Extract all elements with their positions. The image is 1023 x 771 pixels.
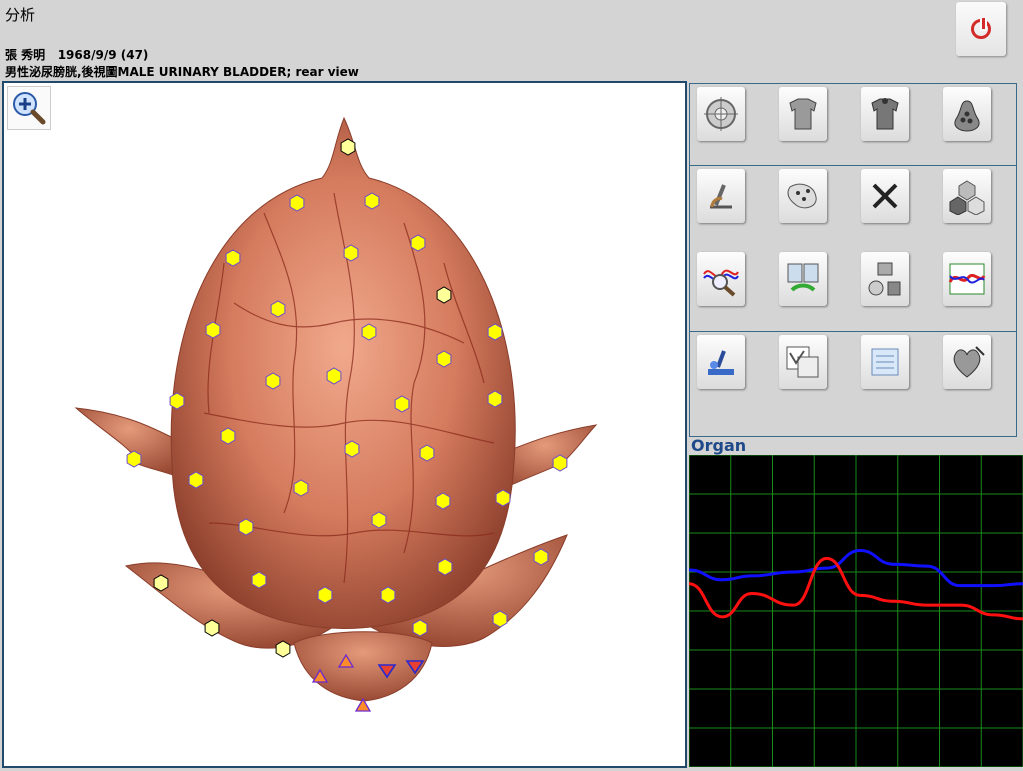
organ-viewer[interactable] xyxy=(2,81,687,768)
measurement-point[interactable] xyxy=(204,619,220,637)
measurement-point[interactable] xyxy=(419,444,435,462)
measurement-point[interactable] xyxy=(343,244,359,262)
measurement-point[interactable] xyxy=(380,586,396,604)
page-title: 分析 xyxy=(5,6,36,24)
measurement-point[interactable] xyxy=(317,586,333,604)
close-button[interactable] xyxy=(861,169,909,223)
organs-button[interactable] xyxy=(861,252,909,306)
compare-button[interactable] xyxy=(779,252,827,306)
heart-icon xyxy=(953,346,985,378)
panel-divider xyxy=(690,331,1016,332)
measurement-point[interactable] xyxy=(495,489,511,507)
organs-icon xyxy=(868,262,901,296)
measurement-point[interactable] xyxy=(275,640,291,658)
picture-icon xyxy=(786,346,819,378)
patient-info: 張 秀明 1968/9/9 (47) xyxy=(5,48,149,62)
view-title: 男性泌尿膀胱,後視圖MALE URINARY BLADDER; rear vie… xyxy=(5,65,359,79)
shirt-dark-icon xyxy=(871,98,899,130)
shirt-button[interactable] xyxy=(779,87,827,141)
measurement-point[interactable] xyxy=(533,548,549,566)
measurement-point[interactable] xyxy=(552,454,568,472)
measurement-point[interactable] xyxy=(326,367,342,385)
wave-chart-button[interactable] xyxy=(943,252,991,306)
measurement-point[interactable] xyxy=(289,194,305,212)
measurement-point[interactable] xyxy=(487,390,503,408)
wave-search-button[interactable] xyxy=(697,252,745,306)
picture-button[interactable] xyxy=(779,335,827,389)
power-icon xyxy=(971,18,991,39)
shirt-dark-button[interactable] xyxy=(861,87,909,141)
pear-icon xyxy=(954,100,980,132)
lab-button[interactable] xyxy=(697,335,745,389)
compare-icon xyxy=(787,263,819,292)
measurement-point[interactable] xyxy=(188,471,204,489)
measurement-point[interactable] xyxy=(340,138,356,156)
measurement-point[interactable] xyxy=(435,492,451,510)
measurement-point[interactable] xyxy=(238,518,254,536)
wave-chart-icon xyxy=(948,263,986,295)
tissue-button[interactable] xyxy=(779,169,827,223)
measurement-point[interactable] xyxy=(265,372,281,390)
measurement-point[interactable] xyxy=(251,571,267,589)
measurement-point[interactable] xyxy=(436,350,452,368)
measurement-point[interactable] xyxy=(293,479,309,497)
measurement-point[interactable] xyxy=(371,511,387,529)
measurement-point[interactable] xyxy=(169,392,185,410)
heart-button[interactable] xyxy=(943,335,991,389)
target-icon xyxy=(704,97,738,131)
measurement-point[interactable] xyxy=(126,450,142,468)
target-button[interactable] xyxy=(697,87,745,141)
wave-search-icon xyxy=(703,269,739,297)
measurement-point[interactable] xyxy=(410,234,426,252)
cells-button[interactable] xyxy=(943,169,991,223)
measurement-point[interactable] xyxy=(364,192,380,210)
measurement-point[interactable] xyxy=(153,574,169,592)
microscope-button[interactable] xyxy=(697,169,745,223)
chart-title: Organ xyxy=(689,436,1015,455)
zoom-button[interactable] xyxy=(7,86,51,130)
header-bar: 分析 張 秀明 1968/9/9 (47) 男性泌尿膀胱,後視圖MALE URI… xyxy=(0,0,1023,80)
cells-icon xyxy=(949,180,985,215)
measurement-point[interactable] xyxy=(344,440,360,458)
zoom-in-icon xyxy=(13,92,46,125)
measurement-point[interactable] xyxy=(487,323,503,341)
lab-icon xyxy=(708,350,734,375)
measurement-point[interactable] xyxy=(394,395,410,413)
notes-button[interactable] xyxy=(861,335,909,389)
measurement-point[interactable] xyxy=(220,427,236,445)
bladder-image xyxy=(74,116,598,712)
microscope-icon xyxy=(710,184,732,209)
pear-button[interactable] xyxy=(943,87,991,141)
measurement-point[interactable] xyxy=(361,323,377,341)
measurement-point[interactable] xyxy=(492,610,508,628)
measurement-point[interactable] xyxy=(412,619,428,637)
measurement-point[interactable] xyxy=(225,249,241,267)
chart-svg xyxy=(688,454,1023,768)
close-icon xyxy=(872,183,898,209)
measurement-point[interactable] xyxy=(436,286,452,304)
shirt-icon xyxy=(789,98,817,130)
measurement-point[interactable] xyxy=(205,321,221,339)
panel-divider xyxy=(690,165,1016,166)
measurement-point[interactable] xyxy=(270,300,286,318)
measurement-point[interactable] xyxy=(437,558,453,576)
power-button[interactable] xyxy=(956,2,1006,56)
organ-chart xyxy=(688,454,1023,768)
tissue-icon xyxy=(787,183,817,209)
notes-icon xyxy=(871,348,899,376)
